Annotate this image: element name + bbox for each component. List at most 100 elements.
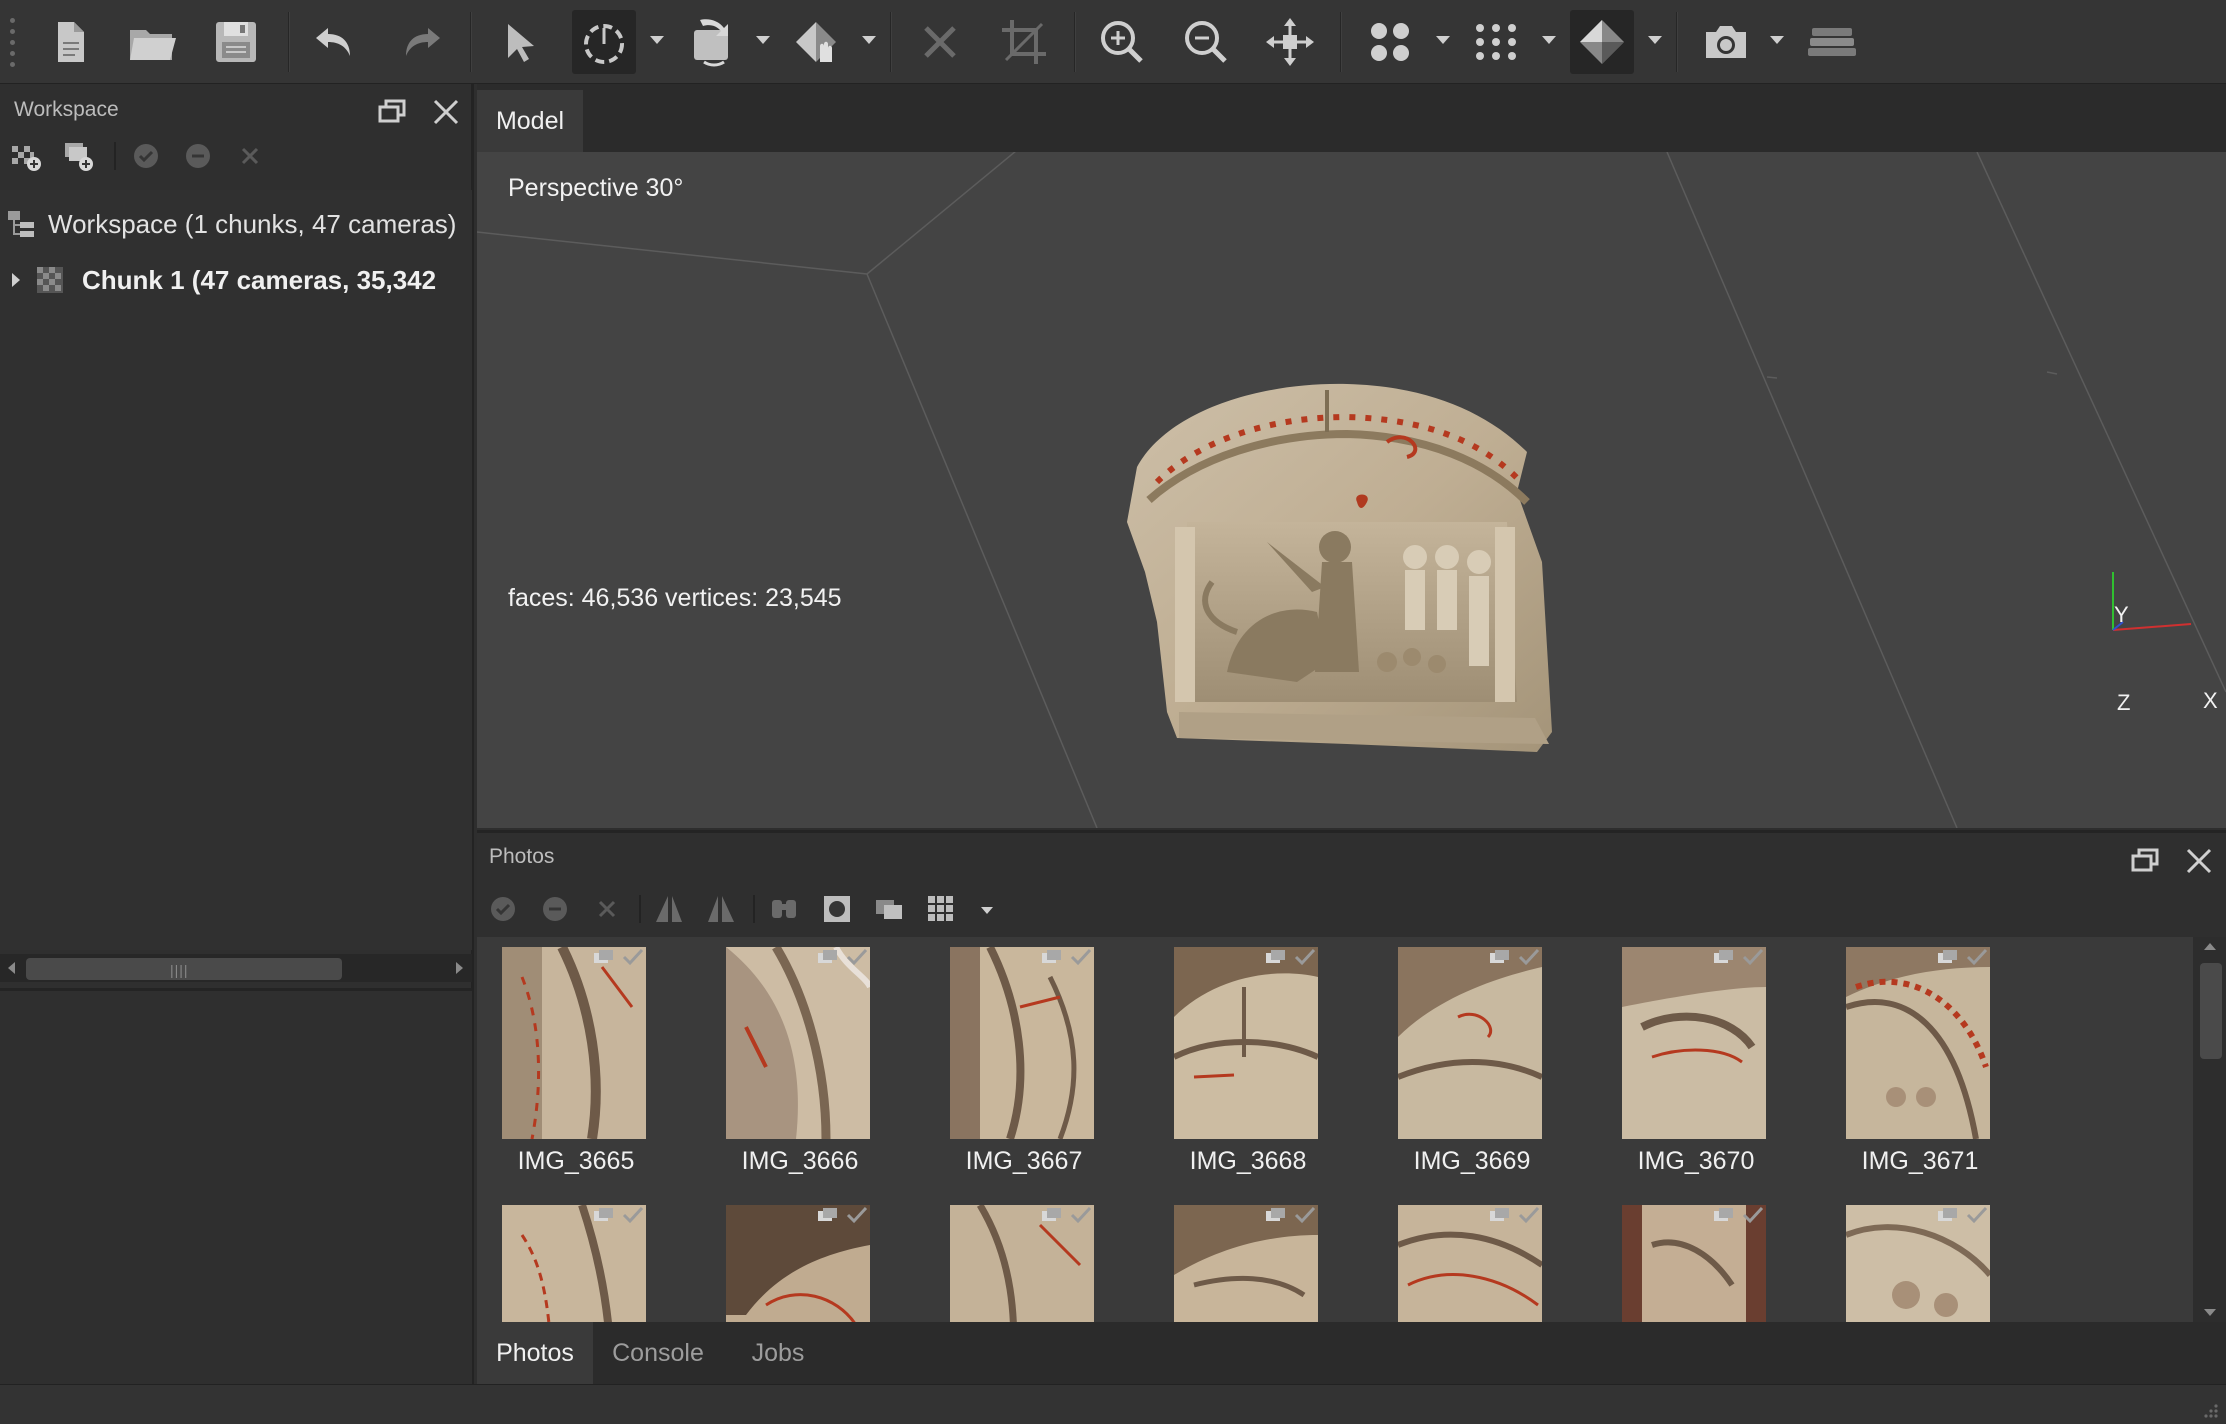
- transform-object-button[interactable]: [680, 10, 744, 74]
- masks-button[interactable]: [819, 891, 855, 927]
- view-mode-dropdown-arrow[interactable]: [981, 907, 993, 914]
- photos-vertical-scrollbar[interactable]: [2193, 937, 2226, 1323]
- axis-x-label: X: [2203, 688, 2218, 713]
- image-overlay-button[interactable]: [871, 891, 907, 927]
- layers-button[interactable]: [1800, 10, 1864, 74]
- navigation-tool-button[interactable]: [486, 10, 550, 74]
- cameras-dropdown-arrow[interactable]: [1770, 36, 1784, 44]
- selection-tool-button[interactable]: [572, 10, 636, 74]
- photos-close-button[interactable]: [2183, 845, 2215, 877]
- scroll-up-arrow[interactable]: [2204, 943, 2216, 950]
- enable-item-button[interactable]: [128, 138, 164, 174]
- model-view-dropdown-arrow[interactable]: [1648, 36, 1662, 44]
- photo-thumbnail[interactable]: IMG_3668: [1159, 937, 1329, 1187]
- workspace-horizontal-scrollbar[interactable]: ||||: [0, 954, 472, 982]
- workspace-close-button[interactable]: [430, 96, 462, 128]
- shape-drawing-button[interactable]: [784, 10, 848, 74]
- filter-by-point-button[interactable]: [767, 891, 803, 927]
- photo-thumbnail[interactable]: IMG_3665: [487, 937, 657, 1187]
- view-mode-button[interactable]: [923, 891, 959, 927]
- redo-button[interactable]: [388, 10, 452, 74]
- scroll-right-arrow[interactable]: [456, 962, 463, 974]
- open-button[interactable]: [120, 10, 184, 74]
- remove-cameras-button[interactable]: [589, 891, 625, 927]
- tie-points-dropdown-arrow[interactable]: [1542, 36, 1556, 44]
- toolbar-grip[interactable]: [10, 18, 16, 67]
- center-view-icon: [1266, 18, 1314, 66]
- camera-aligned-icon: [1714, 1208, 1733, 1221]
- photo-thumbnail[interactable]: [1607, 1195, 1777, 1323]
- crop-selection-button[interactable]: [992, 10, 1056, 74]
- photos-float-button[interactable]: [2129, 845, 2161, 877]
- check-icon: [1070, 948, 1092, 966]
- close-icon: [433, 99, 459, 125]
- undo-button[interactable]: [304, 10, 368, 74]
- minus-circle-icon: [186, 144, 210, 168]
- disable-item-button[interactable]: [180, 138, 216, 174]
- photo-thumbnail[interactable]: [487, 1195, 657, 1323]
- expand-arrow-icon[interactable]: [12, 273, 20, 287]
- add-chunk-button[interactable]: [8, 138, 44, 174]
- photo-thumbnail[interactable]: [1383, 1195, 1553, 1323]
- tab-console[interactable]: Console: [593, 1322, 723, 1384]
- zoom-in-button[interactable]: [1090, 10, 1154, 74]
- photo-image: [1174, 947, 1318, 1139]
- add-photos-button[interactable]: [60, 138, 96, 174]
- projection-label: Perspective 30°: [508, 174, 684, 202]
- rotate-left-button[interactable]: [651, 891, 687, 927]
- shape-dropdown-arrow[interactable]: [862, 36, 876, 44]
- model-viewport[interactable]: Perspective 30° faces: 46,536 vertices: …: [477, 152, 2226, 828]
- tab-model[interactable]: Model: [477, 90, 583, 152]
- camera-aligned-icon: [1490, 950, 1509, 963]
- remove-x-icon: [241, 147, 259, 165]
- new-document-button[interactable]: [38, 10, 102, 74]
- disable-cameras-button[interactable]: [537, 891, 573, 927]
- tie-points-view-button[interactable]: [1464, 10, 1528, 74]
- point-cloud-view-button[interactable]: [1358, 10, 1422, 74]
- show-cameras-button[interactable]: [1694, 10, 1758, 74]
- model-tabbar: Model: [477, 84, 2226, 152]
- transform-dropdown-arrow[interactable]: [756, 36, 770, 44]
- photo-thumbnail[interactable]: [935, 1195, 1105, 1323]
- tree-row-workspace[interactable]: Workspace (1 chunks, 47 cameras): [0, 198, 472, 250]
- photo-thumbnail[interactable]: [711, 1195, 881, 1323]
- camera-aligned-icon: [818, 1208, 837, 1221]
- delete-selection-button[interactable]: [908, 10, 972, 74]
- close-icon: [2186, 848, 2212, 874]
- resize-grip-icon[interactable]: [2202, 1402, 2220, 1420]
- tree-row-chunk-1[interactable]: Chunk 1 (47 cameras, 35,342: [0, 254, 472, 306]
- close-x-icon: [924, 26, 956, 58]
- camera-aligned-icon: [1266, 1208, 1285, 1221]
- point-cloud-dropdown-arrow[interactable]: [1436, 36, 1450, 44]
- rotate-right-icon: [708, 896, 734, 922]
- scrollbar-thumb[interactable]: [2200, 963, 2222, 1059]
- photo-thumbnail[interactable]: IMG_3669: [1383, 937, 1553, 1187]
- scroll-left-arrow[interactable]: [8, 962, 15, 974]
- photo-thumbnail[interactable]: [1831, 1195, 2001, 1323]
- grid-view-icon: [928, 896, 953, 921]
- model-view-button[interactable]: [1570, 10, 1634, 74]
- restore-window-icon: [378, 99, 406, 123]
- photo-thumbnail[interactable]: IMG_3671: [1831, 937, 2001, 1187]
- tab-photos[interactable]: Photos: [477, 1322, 593, 1384]
- zoom-out-button[interactable]: [1174, 10, 1238, 74]
- selection-dropdown-arrow[interactable]: [650, 36, 664, 44]
- photo-thumbnail[interactable]: [1159, 1195, 1329, 1323]
- save-button[interactable]: [204, 10, 268, 74]
- tab-jobs[interactable]: Jobs: [723, 1322, 833, 1384]
- photos-panel-title: Photos: [489, 845, 555, 868]
- workspace-float-button[interactable]: [376, 96, 408, 128]
- check-icon: [1294, 1206, 1316, 1224]
- remove-x-icon: [598, 900, 616, 918]
- photo-thumbnail[interactable]: IMG_3666: [711, 937, 881, 1187]
- enable-cameras-button[interactable]: [485, 891, 521, 927]
- camera-aligned-icon: [1938, 1208, 1957, 1221]
- photo-thumbnail[interactable]: IMG_3670: [1607, 937, 1777, 1187]
- remove-item-button[interactable]: [232, 138, 268, 174]
- workspace-tree: Workspace (1 chunks, 47 cameras) Chunk 1…: [0, 190, 472, 950]
- scroll-down-arrow[interactable]: [2204, 1309, 2216, 1316]
- rotate-right-button[interactable]: [703, 891, 739, 927]
- reset-view-button[interactable]: [1258, 10, 1322, 74]
- camera-aligned-icon: [1714, 950, 1733, 963]
- photo-thumbnail[interactable]: IMG_3667: [935, 937, 1105, 1187]
